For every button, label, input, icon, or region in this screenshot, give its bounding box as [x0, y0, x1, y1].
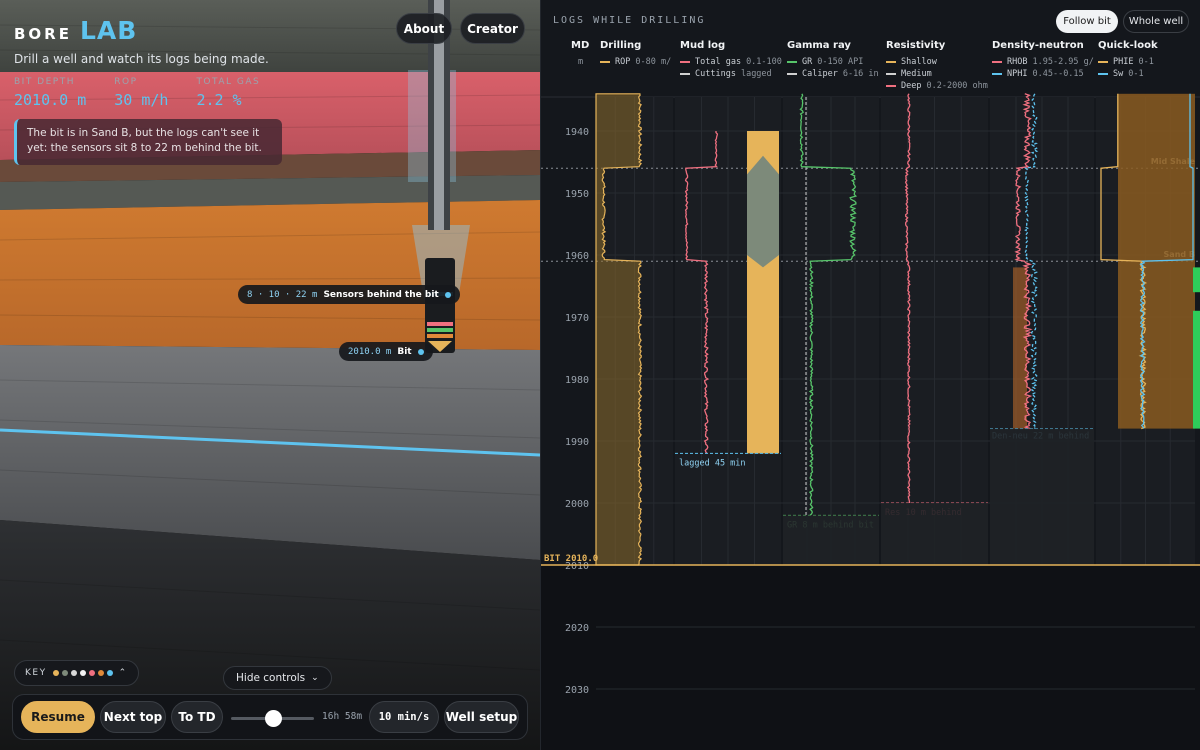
pay-flag: [1193, 310, 1200, 429]
unlogged-zone: [990, 428, 1094, 565]
pay-flag: [1193, 267, 1200, 293]
bit-tag: 2010.0 m Bit: [339, 342, 433, 361]
well-setup-button[interactable]: Well setup: [444, 701, 519, 733]
sensors-offsets: 8 · 10 · 22 m: [247, 289, 318, 300]
stat-rop: ROP 30 m/h: [114, 77, 168, 109]
playback-controls: Resume Next top To TD 16h 58m 10 min/s W…: [12, 694, 528, 740]
depth-tick-label: 2030: [565, 685, 589, 696]
stat-value: 2.2 %: [196, 91, 242, 109]
about-button[interactable]: About: [396, 13, 452, 44]
key-swatches: [52, 670, 113, 676]
stat-total-gas: TOTAL GAS 2.2 %: [196, 77, 260, 109]
bit-depth-value: 2010.0 m: [348, 346, 392, 357]
key-swatch: [52, 670, 59, 676]
rop-curve: [595, 93, 643, 566]
brand-word-bore: BORE: [14, 25, 72, 43]
bit-label: Bit: [397, 346, 412, 357]
depth-tick-label: 1960: [565, 251, 589, 262]
next-top-button[interactable]: Next top: [100, 701, 166, 733]
info-callout: The bit is in Sand B, but the logs can't…: [14, 119, 282, 165]
sensors-label: Sensors behind the bit: [323, 289, 439, 300]
well-3d-view[interactable]: BORE LAB Drill a well and watch its logs…: [0, 0, 540, 750]
key-swatch: [61, 670, 68, 676]
mud-lag-label: lagged 45 min: [679, 458, 746, 468]
app-root: BORE LAB Drill a well and watch its logs…: [0, 0, 1200, 750]
brand-word-lab: LAB: [79, 16, 138, 45]
speed-slider-knob[interactable]: [264, 710, 282, 727]
depth-tick-label: 1990: [565, 437, 589, 448]
speed-slider[interactable]: [231, 710, 314, 727]
creator-button[interactable]: Creator: [460, 13, 525, 44]
speed-button[interactable]: 10 min/s: [369, 701, 439, 733]
stat-label: ROP: [114, 77, 138, 87]
eta-readout: 16h 58m: [322, 711, 363, 722]
key-label: KEY: [25, 668, 47, 678]
bit-depth-label: BIT 2010.0: [544, 554, 598, 564]
depth-tick-label: 1950: [565, 189, 589, 200]
key-swatch: [88, 670, 95, 676]
stat-value: 30 m/h: [114, 91, 169, 109]
sensors-tag: 8 · 10 · 22 m Sensors behind the bit: [238, 285, 460, 304]
unlogged-zone: [783, 515, 879, 565]
stat-label: TOTAL GAS: [196, 77, 261, 87]
resume-button[interactable]: Resume: [21, 701, 95, 733]
log-tracks-chart[interactable]: 1940195019601970198019902000201020202030…: [541, 0, 1200, 750]
sensor-dot-icon: [444, 291, 451, 298]
formation-layers: [0, 0, 540, 750]
key-toggle[interactable]: KEY ⌃: [14, 660, 139, 686]
chevron-down-icon: ⌄: [311, 673, 319, 683]
key-swatch: [106, 670, 113, 676]
hide-controls-label: Hide controls: [236, 672, 306, 684]
depth-tick-label: 2000: [565, 499, 589, 510]
to-td-button[interactable]: To TD: [171, 701, 223, 733]
tagline: Drill a well and watch its logs being ma…: [14, 52, 269, 66]
unlogged-zone: [881, 503, 988, 565]
stat-bit-depth: BIT DEPTH 2010.0 m: [14, 77, 86, 109]
brand-logo: BORE LAB: [14, 16, 137, 45]
drilling-stats: BIT DEPTH 2010.0 m ROP 30 m/h TOTAL GAS 2.2…: [14, 77, 260, 109]
bit-dot-icon: [417, 348, 424, 355]
cuttings-shale: [747, 155, 779, 268]
chevron-up-icon: ⌃: [118, 668, 128, 678]
undrilled-zone: [541, 565, 1200, 750]
hide-controls-button[interactable]: Hide controls ⌄: [223, 666, 332, 690]
key-swatch: [79, 670, 86, 676]
key-swatch: [70, 670, 77, 676]
stat-value: 2010.0 m: [14, 91, 87, 109]
depth-tick-label: 1940: [565, 127, 589, 138]
depth-tick-label: 1980: [565, 375, 589, 386]
stat-label: BIT DEPTH: [14, 77, 75, 87]
key-swatch: [97, 670, 104, 676]
logs-panel: LOGS WHILE DRILLING Follow bit Whole wel…: [540, 0, 1200, 750]
depth-tick-label: 1970: [565, 313, 589, 324]
depth-tick-label: 2020: [565, 623, 589, 634]
